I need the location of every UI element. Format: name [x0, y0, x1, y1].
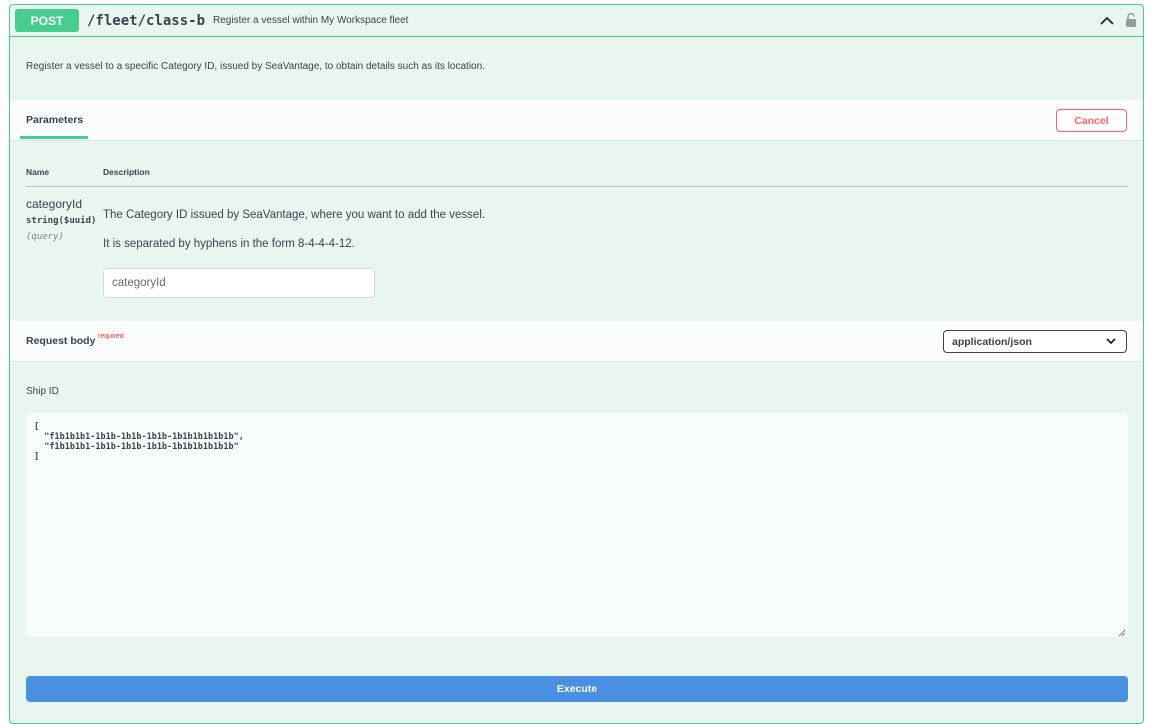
param-type: string($uuid): [26, 216, 97, 226]
operation-block: POST /fleet/class-b Register a vessel wi…: [9, 4, 1144, 724]
cancel-button[interactable]: Cancel: [1056, 109, 1127, 132]
operation-path: /fleet/class-b: [87, 12, 206, 29]
table-divider: [26, 186, 1128, 187]
request-body-header: Request body required application/json: [10, 321, 1143, 362]
param-location: (query): [26, 232, 64, 242]
content-type-value: application/json: [952, 335, 1032, 348]
column-header-description: Description: [103, 167, 150, 177]
operation-description-text: Register a vessel to a specific Category…: [26, 61, 485, 72]
required-badge: required: [98, 333, 124, 340]
content-type-select[interactable]: application/json: [943, 330, 1127, 353]
chevron-up-icon[interactable]: [1099, 13, 1115, 29]
operation-summary-text: Register a vessel within My Workspace fl…: [213, 15, 409, 26]
operation-description: Register a vessel to a specific Category…: [10, 37, 1143, 100]
parameters-table: Name Description categoryId string($uuid…: [10, 141, 1143, 321]
tab-parameters[interactable]: Parameters: [26, 114, 83, 126]
column-header-name: Name: [26, 167, 50, 177]
param-name: categoryId: [26, 197, 83, 211]
request-body-title: Request body: [26, 335, 96, 347]
method-badge: POST: [15, 9, 79, 32]
request-body-content: Ship ID [ "f1b1b1b1-1b1b-1b1b-1b1b-1b1b1…: [10, 362, 1143, 722]
execute-button[interactable]: Execute: [26, 676, 1128, 702]
param-description-line: The Category ID issued by SeaVantage, wh…: [103, 209, 486, 221]
request-body-editor[interactable]: [ "f1b1b1b1-1b1b-1b1b-1b1b-1b1b1b1b1b1b"…: [26, 413, 1128, 637]
ship-id-label: Ship ID: [26, 386, 59, 397]
lock-icon[interactable]: [1125, 12, 1137, 28]
category-id-input[interactable]: [103, 268, 375, 298]
chevron-down-icon: [1106, 338, 1116, 345]
parameters-header: Parameters Cancel: [10, 100, 1143, 141]
operation-summary[interactable]: POST /fleet/class-b Register a vessel wi…: [10, 5, 1143, 37]
resize-handle-icon[interactable]: [1118, 629, 1126, 637]
param-description-line: It is separated by hyphens in the form 8…: [103, 238, 355, 250]
tab-active-indicator: [20, 136, 88, 139]
